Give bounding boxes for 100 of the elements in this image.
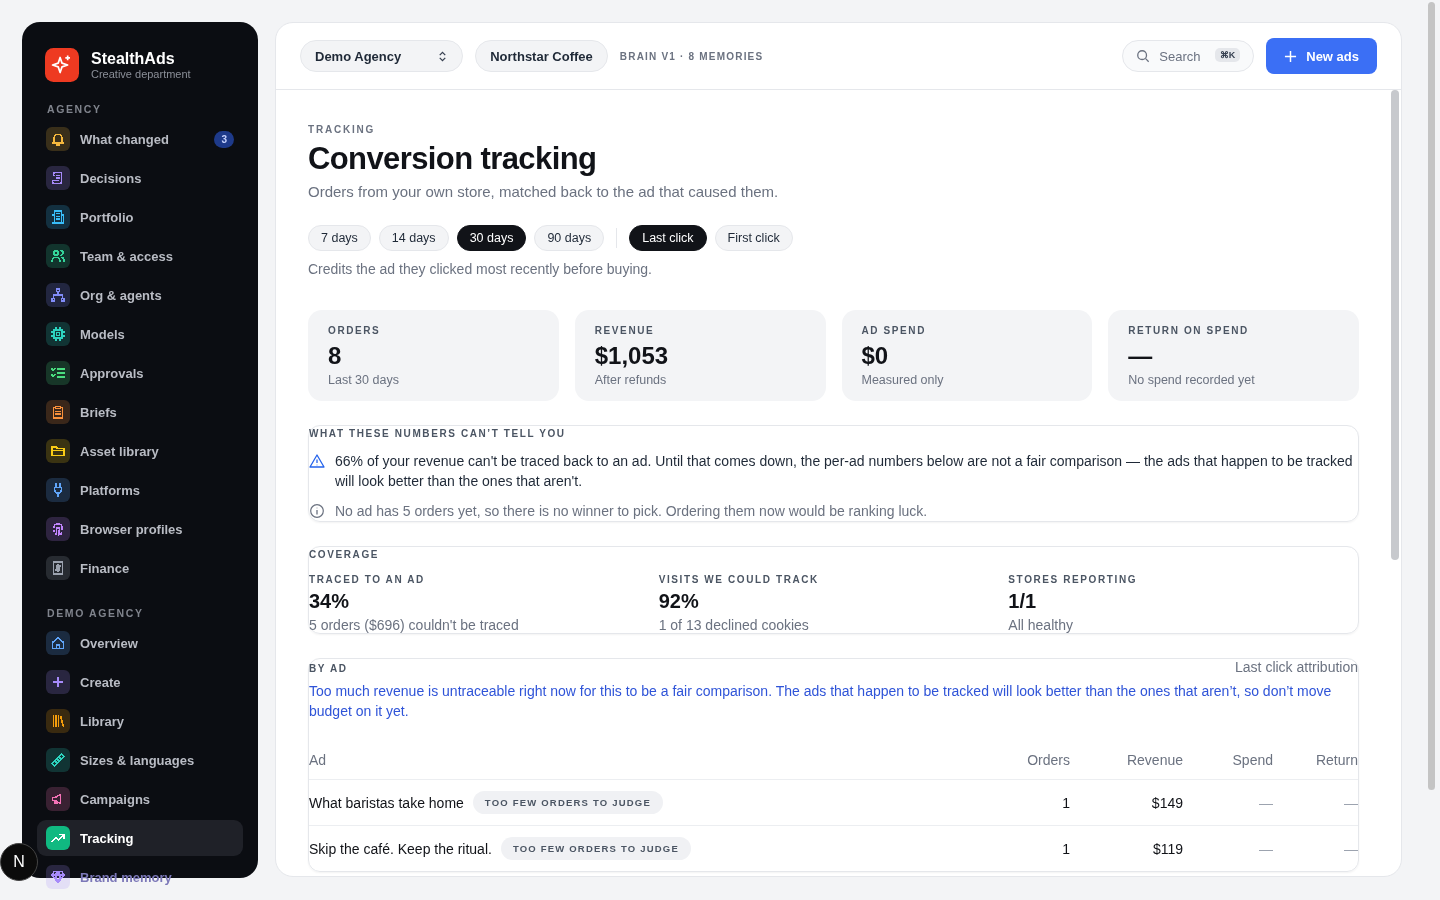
sidebar-item[interactable]: Platforms xyxy=(37,472,243,508)
section-heading: DEMO AGENCY xyxy=(47,607,145,619)
fingerprint-icon xyxy=(46,517,70,541)
status-tag: TOO FEW ORDERS TO JUDGE xyxy=(472,791,663,814)
sidebar-item[interactable]: Tracking xyxy=(37,820,243,856)
metric-value: 1/1 xyxy=(1008,590,1038,613)
sidebar-item[interactable]: Library xyxy=(37,703,243,739)
page-eyebrow: TRACKING xyxy=(308,124,377,135)
sidebar-item[interactable]: Create xyxy=(37,664,243,700)
new-ads-button[interactable]: New ads xyxy=(1266,38,1377,74)
sidebar-item[interactable]: Asset library xyxy=(37,433,243,469)
comparison-warning: Too much revenue is untraceable right now for this to be a fair comparison. The ads that happen to be tracked will look better than the ones that aren’t, so don’t move budget on it yet. xyxy=(309,682,1333,721)
sparkle-logo-icon xyxy=(45,48,79,82)
range-chip[interactable]: 30 days xyxy=(456,225,527,251)
hierarchy-icon xyxy=(46,283,70,307)
sidebar-item[interactable]: Briefs xyxy=(37,394,243,430)
bell-icon xyxy=(46,127,70,151)
range-chip[interactable]: 14 days xyxy=(378,225,449,251)
page-title: Conversion tracking xyxy=(308,141,598,177)
plug-icon xyxy=(46,478,70,502)
stat-value: $0 xyxy=(861,342,890,370)
section-heading: AGENCY xyxy=(47,103,103,115)
scroll-icon xyxy=(46,166,70,190)
sidebar-item[interactable]: Team & access xyxy=(37,238,243,274)
table-cell-text: — xyxy=(1258,794,1273,811)
column-header: Spend xyxy=(1231,752,1273,768)
brand-subtitle: Creative department xyxy=(91,68,191,80)
stat-label: RETURN ON SPEND xyxy=(1128,325,1250,336)
sidebar-item[interactable]: Browser profiles xyxy=(37,511,243,547)
page-subtitle: Orders from your own store, matched back to the ad that caused them. xyxy=(308,183,780,200)
table-cell-text: $119 xyxy=(1151,840,1183,857)
books-icon xyxy=(46,709,70,733)
card-heading: BY AD xyxy=(309,663,348,674)
scrollbar-thumb[interactable] xyxy=(1391,90,1399,560)
sidebar-item[interactable]: Org & agents xyxy=(37,277,243,313)
plus-icon xyxy=(1284,49,1298,63)
brand-name: StealthAds xyxy=(91,50,176,68)
metric-note: All healthy xyxy=(1008,617,1074,633)
card-heading: COVERAGE xyxy=(309,549,381,560)
dev-badge[interactable]: N xyxy=(0,843,38,881)
column-header: Return xyxy=(1314,752,1358,768)
column-header: Orders xyxy=(1026,752,1070,768)
stat-label: REVENUE xyxy=(594,325,656,336)
sidebar-item[interactable]: Sizes & languages xyxy=(37,742,243,778)
range-chip[interactable]: 90 days xyxy=(534,225,605,251)
sidebar-item[interactable]: Portfolio xyxy=(37,199,243,235)
warning-icon xyxy=(309,453,325,469)
ruler-icon xyxy=(46,748,70,772)
chevron-updown-icon xyxy=(437,50,449,62)
column-header: Revenue xyxy=(1125,752,1183,768)
sidebar-item[interactable]: Approvals xyxy=(37,355,243,391)
scrollbar-thumb[interactable] xyxy=(1428,2,1435,790)
sidebar-item[interactable]: What changed 3 xyxy=(37,121,243,157)
stat-note: Measured only xyxy=(861,373,945,387)
attribution-chip[interactable]: Last click xyxy=(629,225,707,251)
sidebar-item[interactable]: Decisions xyxy=(37,160,243,196)
caveat-text: No ad has 5 orders yet, so there is no winner to pick. Ordering them now would be ranking luck. xyxy=(335,502,928,521)
chip-icon xyxy=(46,322,70,346)
attribution-chip[interactable]: First click xyxy=(714,225,793,251)
stat-label: AD SPEND xyxy=(861,325,927,336)
metric-note: 1 of 13 declined cookies xyxy=(658,617,810,633)
range-chip[interactable]: 7 days xyxy=(308,225,371,251)
metric-value: 34% xyxy=(309,590,351,613)
checklist-icon xyxy=(46,361,70,385)
client-button[interactable]: Northstar Coffee xyxy=(475,40,608,72)
metric-label: TRACED TO AN AD xyxy=(309,574,426,585)
table-cell-text: — xyxy=(1343,794,1358,811)
attribution-note: Credits the ad they clicked most recently before buying. xyxy=(308,261,653,277)
sidebar-item[interactable]: Campaigns xyxy=(37,781,243,817)
table-cell-text: 1 xyxy=(1061,840,1070,857)
card-heading: WHAT THESE NUMBERS CAN’T TELL YOU xyxy=(309,428,567,439)
table-cell-text: — xyxy=(1343,840,1358,857)
table-cell-text: 1 xyxy=(1061,794,1070,811)
stat-value: $1,053 xyxy=(594,342,670,370)
count-badge: 3 xyxy=(214,130,234,148)
attribution-label: Last click attribution xyxy=(1235,659,1358,675)
shortcut-key: ⌘K xyxy=(1214,48,1241,62)
sidebar-item[interactable]: Overview xyxy=(37,625,243,661)
stat-label: ORDERS xyxy=(328,325,382,336)
house-icon xyxy=(46,631,70,655)
info-icon xyxy=(309,503,325,519)
stat-note: No spend recorded yet xyxy=(1128,373,1256,387)
receipt-icon xyxy=(46,556,70,580)
stat-note: Last 30 days xyxy=(328,373,400,387)
agency-select[interactable]: Demo Agency xyxy=(300,40,464,72)
metric-value: 92% xyxy=(658,590,700,613)
users-icon xyxy=(46,244,70,268)
ad-name: Skip the café. Keep the ritual. xyxy=(309,840,492,857)
sidebar-item[interactable]: Models xyxy=(37,316,243,352)
metric-label: VISITS WE COULD TRACK xyxy=(658,574,820,585)
stat-value: — xyxy=(1128,342,1154,370)
trend-icon xyxy=(46,826,70,850)
metric-label: STORES REPORTING xyxy=(1008,574,1139,585)
brain-label: BRAIN V1 · 8 MEMORIES xyxy=(619,50,764,62)
clipboard-icon xyxy=(46,400,70,424)
status-tag: TOO FEW ORDERS TO JUDGE xyxy=(500,837,691,860)
stat-value: 8 xyxy=(328,342,343,370)
column-header: Ad xyxy=(309,752,328,768)
table-cell-text: — xyxy=(1258,840,1273,857)
sidebar-item[interactable]: Finance xyxy=(37,550,243,586)
